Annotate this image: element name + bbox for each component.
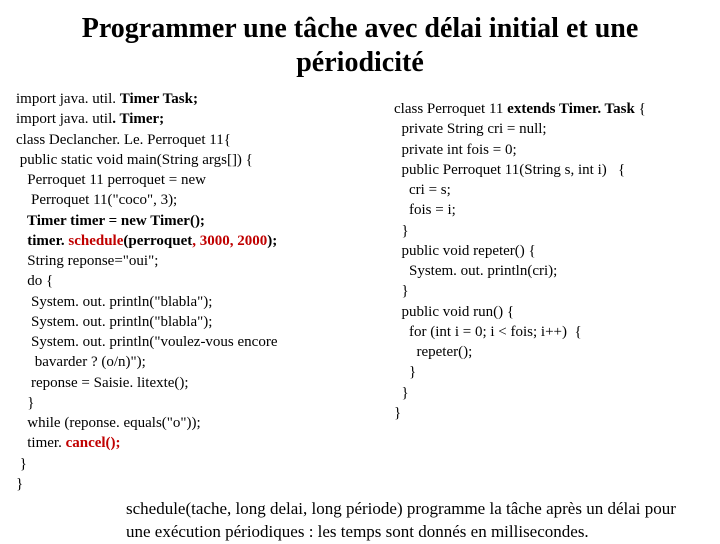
line: bavarder ? (o/n)"); bbox=[16, 354, 146, 370]
line: for (int i = 0; i < fois; i++) { bbox=[394, 324, 582, 340]
line: } bbox=[394, 405, 401, 421]
line: } bbox=[16, 395, 34, 411]
line: repeter(); bbox=[394, 344, 472, 360]
line: private int fois = 0; bbox=[394, 142, 517, 158]
line: } bbox=[394, 283, 409, 299]
line: import java. util. bbox=[16, 91, 120, 107]
line: class Declancher. Le. Perroquet 11{ bbox=[16, 132, 231, 148]
line: Perroquet 11 perroquet = new bbox=[16, 172, 206, 188]
code-columns: import java. util. Timer Task; import ja… bbox=[16, 89, 704, 494]
line: class Perroquet 11 bbox=[394, 101, 507, 117]
line: private String cri = null; bbox=[394, 121, 547, 137]
line-bold: Timer timer = new Timer(); bbox=[16, 213, 205, 229]
line-bold: extends Timer. Task bbox=[507, 101, 635, 117]
line-red: schedule bbox=[68, 233, 123, 249]
line: } bbox=[394, 385, 409, 401]
line-bold: ); bbox=[267, 233, 277, 249]
line: } bbox=[394, 364, 416, 380]
line: { bbox=[635, 101, 646, 117]
line: } bbox=[394, 223, 409, 239]
line: public Perroquet 11(String s, int i) { bbox=[394, 162, 625, 178]
line-red: , 3000, 2000 bbox=[192, 233, 267, 249]
code-left: import java. util. Timer Task; import ja… bbox=[16, 89, 386, 494]
line: timer. bbox=[16, 435, 66, 451]
line: } bbox=[16, 476, 23, 492]
code-right: class Perroquet 11 extends Timer. Task {… bbox=[394, 89, 704, 494]
line: import java. util bbox=[16, 111, 112, 127]
line-bold: Timer Task; bbox=[120, 91, 198, 107]
line-bold: (perroquet bbox=[123, 233, 192, 249]
line: Perroquet 11("coco", 3); bbox=[16, 192, 177, 208]
line: public void run() { bbox=[394, 304, 514, 320]
line: public void repeter() { bbox=[394, 243, 536, 259]
line-red: cancel(); bbox=[66, 435, 121, 451]
line-bold: . Timer; bbox=[112, 111, 164, 127]
line: System. out. println(cri); bbox=[394, 263, 557, 279]
line: public static void main(String args[]) { bbox=[16, 152, 253, 168]
slide: Programmer une tâche avec délai initial … bbox=[0, 0, 720, 540]
slide-title: Programmer une tâche avec délai initial … bbox=[16, 12, 704, 79]
line: fois = i; bbox=[394, 202, 456, 218]
line: System. out. println("blabla"); bbox=[16, 314, 212, 330]
line: System. out. println("blabla"); bbox=[16, 294, 212, 310]
line: reponse = Saisie. litexte(); bbox=[16, 375, 189, 391]
line-bold: timer. bbox=[16, 233, 68, 249]
line: cri = s; bbox=[394, 182, 451, 198]
line: while (reponse. equals("o")); bbox=[16, 415, 201, 431]
line: String reponse="oui"; bbox=[16, 253, 158, 269]
line: } bbox=[16, 456, 27, 472]
line: do { bbox=[16, 273, 53, 289]
line: System. out. println("voulez-vous encore bbox=[16, 334, 278, 350]
footnote: schedule(tache, long delai, long période… bbox=[16, 498, 704, 544]
